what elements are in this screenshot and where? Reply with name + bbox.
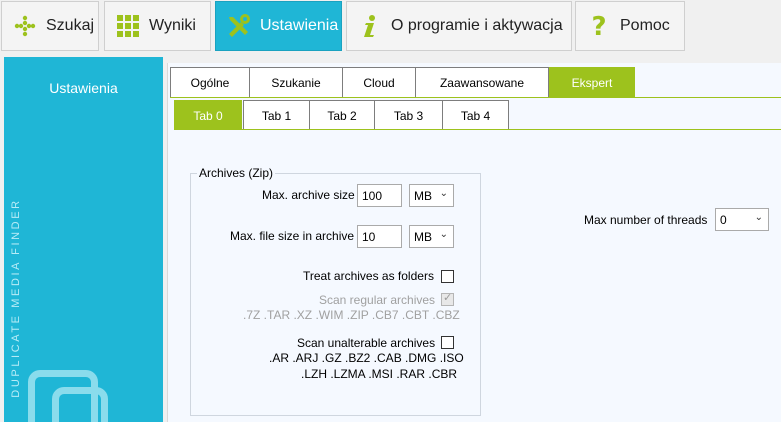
info-icon <box>355 11 385 41</box>
svg-text:?: ? <box>591 13 606 39</box>
grid-dots-icon <box>10 11 40 41</box>
tab-tab-1[interactable]: Tab 1 <box>243 100 310 130</box>
toolbar-label-pomoc: Pomoc <box>620 17 670 34</box>
scan-unalterable-formats-2: .LZH .LZMA .MSI .RAR .CBR <box>301 367 458 381</box>
tab-ogolne[interactable]: Ogólne <box>170 67 250 97</box>
toolbar-label-wyniki: Wyniki <box>149 17 196 34</box>
logo-decoration-inner <box>52 387 108 422</box>
max-file-size-input[interactable] <box>357 225 402 248</box>
toolbar-button-o-programie[interactable]: O programie i aktywacja <box>346 1 572 51</box>
toolbar-label-ustawienia: Ustawienia <box>260 17 339 34</box>
max-threads-label: Max number of threads <box>584 213 708 227</box>
chevron-down-icon: ⌄ <box>439 188 448 199</box>
chevron-down-icon: ⌄ <box>439 229 448 240</box>
tools-icon <box>224 11 254 41</box>
max-threads-select[interactable]: 0 ⌄ <box>715 208 769 231</box>
toolbar-button-wyniki[interactable]: Wyniki <box>104 1 211 51</box>
main-toolbar: Szukaj Wyniki Ustawienia O programie i a… <box>0 0 781 52</box>
tab-tab-2[interactable]: Tab 2 <box>310 100 375 130</box>
scan-unalterable-formats-1: .AR .ARJ .GZ .BZ2 .CAB .DMG .ISO <box>269 351 464 365</box>
toolbar-label-szukaj: Szukaj <box>46 17 95 34</box>
max-file-size-label: Max. file size in archive <box>230 229 355 243</box>
sub-tabbar-line <box>174 129 781 130</box>
treat-as-folders-checkbox[interactable] <box>441 270 454 283</box>
tab-tab-0[interactable]: Tab 0 <box>174 100 242 130</box>
scan-regular-checkbox[interactable] <box>441 291 454 306</box>
tab-tab-4[interactable]: Tab 4 <box>443 100 509 130</box>
toolbar-label-o-programie: O programie i aktywacja <box>391 17 563 34</box>
max-file-size-unit-value: MB <box>414 229 432 244</box>
scan-regular-formats: .7Z .TAR .XZ .WIM .ZIP .CB7 .CBT .CBZ <box>243 308 460 322</box>
scan-unalterable-checkbox[interactable] <box>441 336 454 349</box>
max-archive-size-label: Max. archive size <box>262 188 355 202</box>
grid-squares-icon <box>113 11 143 41</box>
sub-tabbar: Tab 0 Tab 1 Tab 2 Tab 3 Tab 4 <box>174 100 509 130</box>
tab-szukanie[interactable]: Szukanie <box>250 67 343 97</box>
max-file-size-unit-select[interactable]: MB ⌄ <box>409 225 454 248</box>
main-tabbar-line <box>170 97 781 98</box>
max-threads-value: 0 <box>720 212 727 227</box>
scan-regular-label: Scan regular archives <box>319 293 436 307</box>
max-archive-size-unit-select[interactable]: MB ⌄ <box>409 184 454 207</box>
treat-as-folders-label: Treat archives as folders <box>303 269 434 283</box>
tab-zaawansowane[interactable]: Zaawansowane <box>416 67 549 97</box>
tab-cloud[interactable]: Cloud <box>343 67 416 97</box>
chevron-down-icon: ⌄ <box>754 212 763 223</box>
toolbar-button-ustawienia[interactable]: Ustawienia <box>215 1 342 51</box>
max-archive-size-unit-value: MB <box>414 188 432 203</box>
archives-group-legend: Archives (Zip) <box>197 166 276 180</box>
question-icon: ? <box>584 11 614 41</box>
tab-ekspert[interactable]: Ekspert <box>549 67 635 97</box>
toolbar-button-szukaj[interactable]: Szukaj <box>1 1 99 51</box>
toolbar-button-pomoc[interactable]: ? Pomoc <box>575 1 685 51</box>
max-archive-size-input[interactable] <box>357 184 402 207</box>
scan-unalterable-label: Scan unalterable archives <box>297 336 436 350</box>
sidebar-vertical-text: DUPLICATE MEDIA FINDER <box>10 198 22 398</box>
sidebar-title: Ustawienia <box>49 80 118 96</box>
tab-tab-3[interactable]: Tab 3 <box>375 100 443 130</box>
sidebar: Ustawienia DUPLICATE MEDIA FINDER <box>4 57 163 422</box>
main-tabbar: Ogólne Szukanie Cloud Zaawansowane Ekspe… <box>170 67 635 97</box>
